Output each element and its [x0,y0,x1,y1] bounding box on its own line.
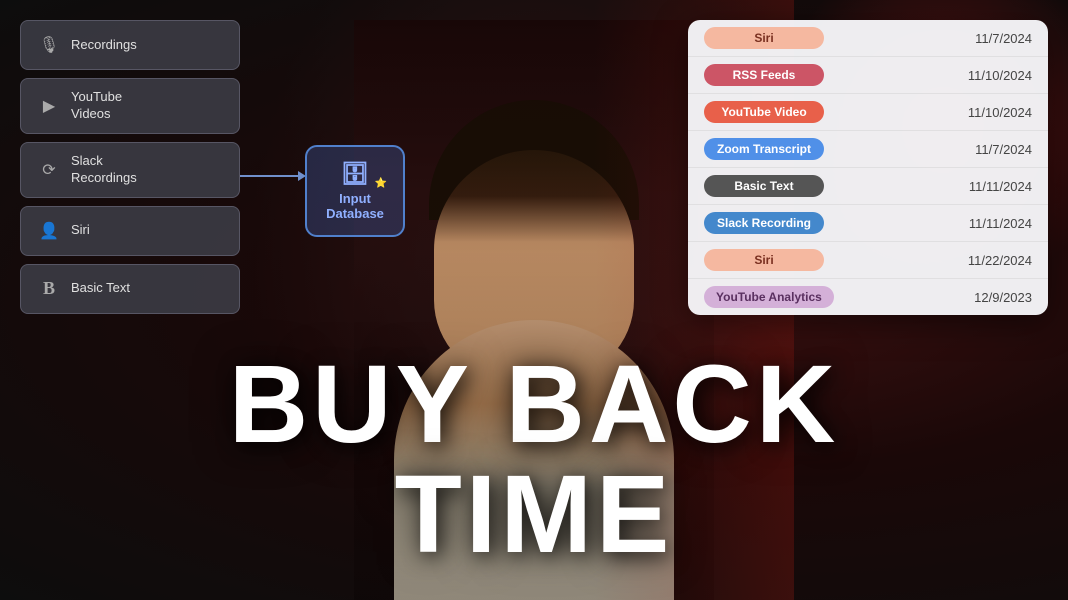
big-text-line1: BUY BACK [0,350,1068,460]
slack-label: SlackRecordings [71,153,137,187]
db-star-icon: ⭐ [375,178,387,189]
date-2: 11/10/2024 [968,68,1032,83]
table-row: YouTube Video 11/10/2024 [688,94,1048,131]
node-siri[interactable]: 👤 Siri [20,206,240,256]
database-icon: 🗄 ⭐ [325,161,385,187]
workflow-arrow [240,175,300,177]
recordings-label: Recordings [71,37,137,54]
database-node[interactable]: 🗄 ⭐ InputDatabase [305,145,405,237]
date-4: 11/7/2024 [975,142,1032,157]
tag-slack-recording: Slack Recording [704,212,824,234]
node-basic-text[interactable]: B Basic Text [20,264,240,314]
big-text-line2: TIME [0,460,1068,570]
basic-text-icon: B [35,275,63,303]
date-5: 11/11/2024 [969,179,1032,194]
left-panel: 🎙 Recordings ▶ YouTubeVideos ⟳ SlackReco… [20,20,240,322]
tag-zoom: Zoom Transcript [704,138,824,160]
siri-label: Siri [71,222,90,239]
table-row: RSS Feeds 11/10/2024 [688,57,1048,94]
table-row: Siri 11/7/2024 [688,20,1048,57]
node-youtube[interactable]: ▶ YouTubeVideos [20,78,240,134]
youtube-label: YouTubeVideos [71,89,122,123]
big-text-area: BUY BACK TIME [0,350,1068,570]
tag-youtube-video: YouTube Video [704,101,824,123]
table-row: Siri 11/22/2024 [688,242,1048,279]
database-label: InputDatabase [325,191,385,221]
youtube-icon: ▶ [35,92,63,120]
table-row: YouTube Analytics 12/9/2023 [688,279,1048,315]
arrow-line [240,175,300,177]
date-3: 11/10/2024 [968,105,1032,120]
slack-icon: ⟳ [35,156,63,184]
tag-siri-2: Siri [704,249,824,271]
basic-text-label: Basic Text [71,280,130,297]
node-slack[interactable]: ⟳ SlackRecordings [20,142,240,198]
date-7: 11/22/2024 [968,253,1032,268]
tag-rss: RSS Feeds [704,64,824,86]
table-row: Basic Text 11/11/2024 [688,168,1048,205]
date-6: 11/11/2024 [969,216,1032,231]
table-row: Zoom Transcript 11/7/2024 [688,131,1048,168]
table-row: Slack Recording 11/11/2024 [688,205,1048,242]
recordings-icon: 🎙 [35,31,63,59]
date-8: 12/9/2023 [974,290,1032,305]
tag-basic-text: Basic Text [704,175,824,197]
siri-icon: 👤 [35,217,63,245]
node-recordings[interactable]: 🎙 Recordings [20,20,240,70]
tag-siri-1: Siri [704,27,824,49]
right-panel: Siri 11/7/2024 RSS Feeds 11/10/2024 YouT… [688,20,1048,315]
date-1: 11/7/2024 [975,31,1032,46]
tag-youtube-analytics: YouTube Analytics [704,286,834,308]
